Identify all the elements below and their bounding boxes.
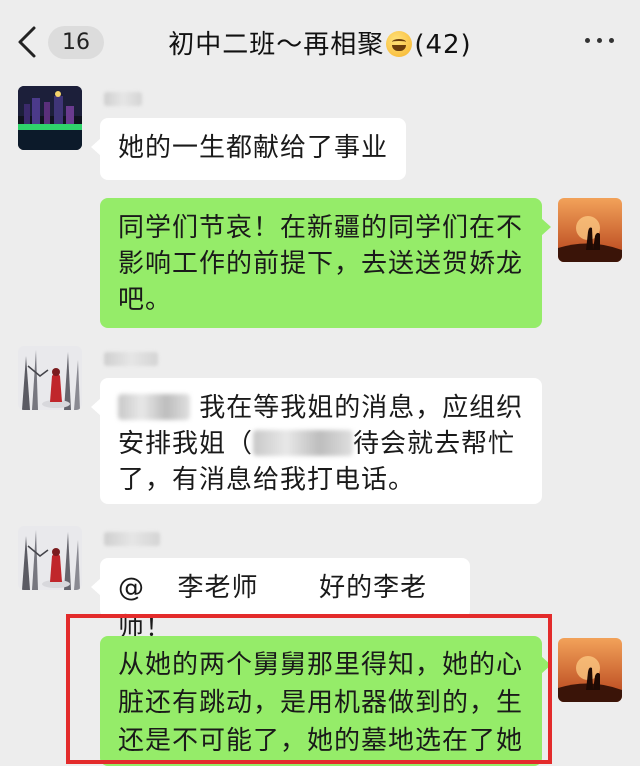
message-text-line: 吧。 (118, 285, 173, 315)
redacted-text (253, 430, 354, 456)
avatar[interactable] (18, 86, 82, 150)
message-text-line: 同学们节哀！在新疆的同学们在不 (118, 213, 524, 243)
message-text: 待会就去帮忙 (353, 429, 516, 459)
sender-name-blurred (104, 352, 158, 366)
avatar[interactable] (18, 346, 82, 410)
sender-name-blurred (104, 532, 160, 546)
message-text: 她的一生都献给了事业 (118, 133, 389, 163)
message-text: 安排我姐（ (118, 429, 254, 459)
my-avatar[interactable] (558, 638, 622, 702)
chat-header: 16 初中二班～再相聚 (42) (0, 0, 640, 84)
my-avatar[interactable] (558, 198, 622, 262)
mention-name[interactable]: 李老师 (178, 573, 259, 603)
message-bubble[interactable]: @ 李老师 好的李老师！ (91, 558, 470, 643)
message-bubble[interactable]: 我在等我姐的消息，应组织 安排我姐（ 待会就去帮忙 了，有消息给我打电话。 (91, 378, 542, 504)
more-dot-icon (585, 38, 590, 43)
message-text-line: 影响工作的前提下，去送送贺娇龙 (118, 249, 524, 279)
message-text: 我在等我姐的消息，应组织 (199, 393, 524, 423)
more-options-button[interactable] (585, 38, 614, 43)
message-bubble[interactable]: 同学们节哀！在新疆的同学们在不 影响工作的前提下，去送送贺娇龙 吧。 (100, 198, 551, 328)
message-text-line: 了，有消息给我打电话。 (118, 465, 416, 495)
more-dot-icon (597, 38, 602, 43)
sunset-couple-avatar-icon (558, 198, 622, 262)
more-dot-icon (609, 38, 614, 43)
highlight-box (66, 614, 552, 764)
snow-forest-avatar-icon (18, 526, 82, 590)
sender-name-blurred (104, 92, 142, 106)
redacted-text (118, 394, 190, 420)
chat-title: 初中二班～再相聚 (42) (0, 24, 640, 61)
chat-title-text: 初中二班～再相聚 (168, 30, 385, 60)
mention-symbol: @ (118, 573, 145, 603)
message-bubble[interactable]: 她的一生都献给了事业 (91, 118, 406, 180)
grinning-face-icon (386, 31, 413, 57)
snow-forest-avatar-icon (18, 346, 82, 410)
avatar[interactable] (18, 526, 82, 590)
sunset-couple-avatar-icon (558, 638, 622, 702)
member-count: (42) (414, 30, 472, 60)
night-city-avatar-icon (18, 86, 82, 150)
message-text-line: 我在等我姐的消息，应组织 (118, 390, 524, 426)
message-text-line: 安排我姐（ 待会就去帮忙 (118, 426, 524, 462)
